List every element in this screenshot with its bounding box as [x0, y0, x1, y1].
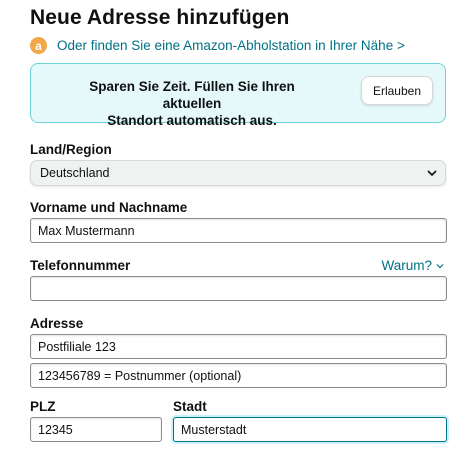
zip-label: PLZ	[30, 399, 56, 414]
banner-text-line2: Standort automatisch aus.	[107, 113, 277, 128]
zip-input[interactable]	[30, 417, 162, 442]
amazon-logo-icon: a	[30, 37, 47, 54]
location-banner-text: Sparen Sie Zeit. Füllen Sie Ihren aktuel…	[67, 78, 317, 129]
address-line1-input[interactable]	[30, 334, 447, 359]
country-label: Land/Region	[30, 142, 112, 157]
address-line2-input[interactable]	[30, 363, 447, 388]
phone-why-label: Warum?	[381, 258, 432, 273]
allow-location-button[interactable]: Erlauben	[360, 76, 433, 105]
pickup-station-row: a Oder finden Sie eine Amazon-Abholstati…	[30, 37, 405, 54]
pickup-station-link[interactable]: Oder finden Sie eine Amazon-Abholstation…	[57, 38, 405, 53]
city-input[interactable]	[173, 417, 447, 442]
phone-input[interactable]	[30, 276, 447, 301]
city-label: Stadt	[173, 399, 207, 414]
country-select[interactable]: Deutschland	[30, 160, 446, 186]
phone-why-link[interactable]: Warum?	[381, 258, 444, 273]
banner-text-line1: Sparen Sie Zeit. Füllen Sie Ihren aktuel…	[89, 79, 295, 111]
country-select-value: Deutschland	[40, 166, 110, 180]
chevron-down-icon	[426, 166, 438, 183]
name-label: Vorname und Nachname	[30, 200, 188, 215]
page-title: Neue Adresse hinzufügen	[30, 6, 290, 29]
phone-label: Telefonnummer	[30, 258, 131, 273]
address-label: Adresse	[30, 316, 84, 331]
location-banner: Sparen Sie Zeit. Füllen Sie Ihren aktuel…	[30, 63, 446, 128]
full-name-input[interactable]	[30, 218, 447, 243]
chevron-down-icon	[436, 263, 444, 268]
